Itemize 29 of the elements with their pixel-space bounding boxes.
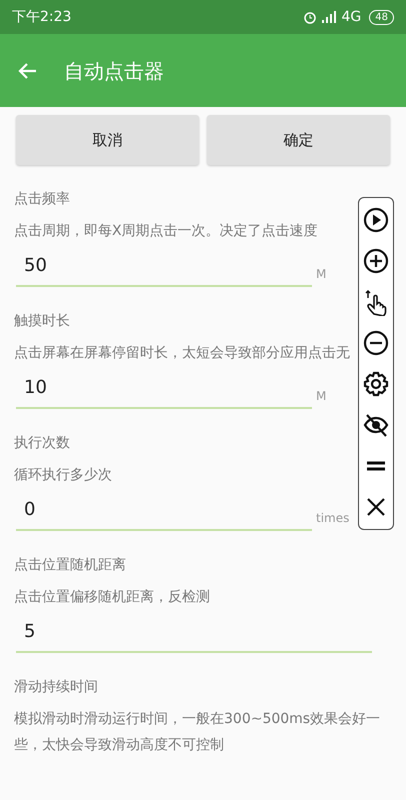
zoom-out-icon[interactable] [362,329,390,357]
setting-description: 循环执行多少次 [14,466,113,485]
setting-label: 点击频率 [14,190,71,209]
unit-label: M [315,388,328,405]
dialog-button[interactable]: 确定 [207,115,390,165]
settings-icon[interactable] [362,370,390,398]
unit-label: M [315,266,328,283]
setting-description: 点击位置偏移随机距离，反检测 [14,588,211,607]
unit-label: times [315,510,350,527]
setting-label: 点击位置随机距离 [14,556,127,575]
signal-icon [322,11,338,23]
network-label: 4G [342,8,362,26]
setting-label: 触摸时长 [14,312,71,331]
input-field[interactable]: 0 [16,488,312,531]
input-field[interactable]: 50 [16,244,312,287]
setting-description: 点击屏幕在屏幕停留时长，太短会导致部分应用点击无 [14,344,351,363]
setting-label: 执行次数 [14,434,71,453]
input-field[interactable]: 5 [16,610,372,653]
back-icon[interactable] [18,60,38,80]
setting-description: 点击周期，即每X周期点击一次。决定了点击速度 [14,222,319,241]
battery-level: 48 [369,10,394,24]
status-time: 下午2:23 [12,8,72,26]
setting-description: 模拟滑动时滑动运行时间，一般在300~500ms效果会好一些，太快会导致滑动高度不可控制 [14,710,382,755]
setting-label: 滑动持续时间 [14,678,99,697]
play-icon[interactable] [362,206,390,234]
app-title: 自动点击器 [64,58,164,84]
dialog-button[interactable]: 取消 [16,115,199,165]
input-field[interactable]: 10 [16,366,312,409]
zoom-in-icon[interactable] [362,247,390,275]
